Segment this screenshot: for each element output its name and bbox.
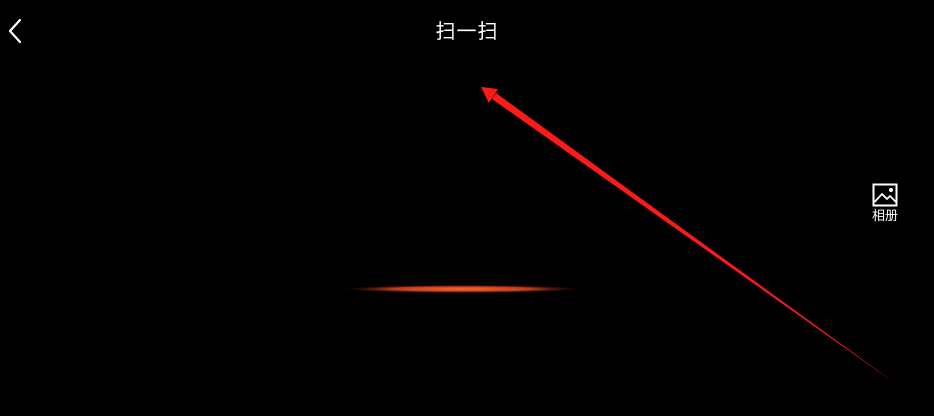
scan-screen: 扫一扫 相册 bbox=[0, 0, 934, 416]
album-label: 相册 bbox=[871, 209, 898, 224]
page-title: 扫一扫 bbox=[435, 19, 499, 43]
album-button[interactable]: 相册 bbox=[864, 182, 906, 234]
annotation-arrowhead bbox=[481, 87, 498, 103]
image-icon bbox=[872, 183, 898, 207]
scan-line bbox=[345, 285, 579, 293]
annotation-arrow-shaft bbox=[492, 93, 892, 381]
annotation-arrow bbox=[481, 87, 892, 381]
